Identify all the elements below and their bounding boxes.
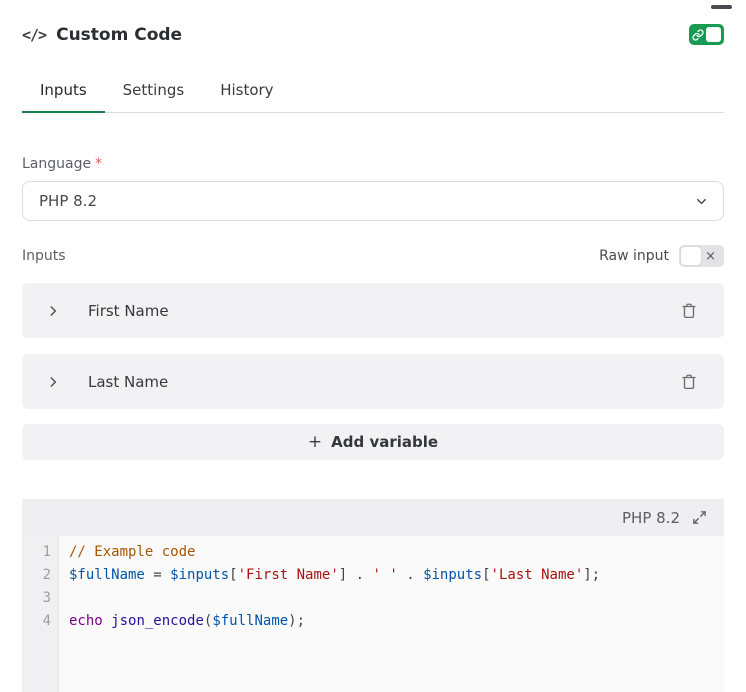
inputs-label: Inputs bbox=[22, 248, 66, 264]
expand-icon bbox=[693, 511, 706, 524]
expand-editor-button[interactable] bbox=[691, 509, 708, 526]
required-asterisk: * bbox=[95, 156, 103, 172]
inputs-section-header: Inputs Raw input × bbox=[22, 245, 724, 267]
trash-icon bbox=[682, 303, 696, 318]
variable-row[interactable]: Last Name bbox=[22, 354, 724, 409]
code-line: 2 $fullName = $inputs['First Name'] . ' '… bbox=[22, 564, 724, 587]
language-label: Language * bbox=[22, 156, 103, 172]
line-number: 3 bbox=[42, 590, 51, 606]
drag-handle[interactable] bbox=[711, 5, 732, 9]
code-text: $fullName = $inputs['First Name'] . ' ' … bbox=[69, 567, 601, 583]
tab-history[interactable]: History bbox=[202, 71, 291, 113]
node-enabled-toggle[interactable] bbox=[689, 24, 724, 45]
panel-title: Custom Code bbox=[56, 24, 183, 45]
panel-header: </> Custom Code bbox=[0, 0, 746, 45]
trash-icon bbox=[682, 374, 696, 389]
delete-variable-button[interactable] bbox=[678, 371, 700, 393]
variable-name: First Name bbox=[88, 301, 169, 320]
code-line: 3 bbox=[22, 587, 724, 610]
raw-input-control: Raw input × bbox=[599, 245, 724, 267]
plus-icon: + bbox=[307, 431, 323, 452]
tab-settings[interactable]: Settings bbox=[105, 71, 203, 113]
chevron-right-icon bbox=[46, 375, 60, 389]
code-line: 1 // Example code bbox=[22, 541, 724, 564]
line-number: 1 bbox=[42, 544, 51, 560]
add-variable-button[interactable]: + Add variable bbox=[22, 424, 724, 460]
tab-inputs[interactable]: Inputs bbox=[22, 71, 105, 113]
line-number: 4 bbox=[42, 613, 51, 629]
code-slash-icon: </> bbox=[22, 25, 47, 44]
language-select-value: PHP 8.2 bbox=[39, 192, 97, 210]
toggle-off-x-icon: × bbox=[705, 248, 716, 264]
variable-row[interactable]: First Name bbox=[22, 283, 724, 338]
language-field: Language * PHP 8.2 bbox=[22, 153, 724, 221]
toggle-knob bbox=[706, 27, 721, 42]
editor-language-badge: PHP 8.2 bbox=[622, 508, 680, 527]
link-icon bbox=[692, 28, 704, 41]
code-line: 4 echo json_encode($fullName); bbox=[22, 610, 724, 633]
code-editor-body[interactable]: 1 // Example code 2 $fullName = $inputs['Fi… bbox=[22, 536, 724, 692]
code-text: echo json_encode($fullName); bbox=[69, 613, 306, 629]
chevron-right-icon bbox=[46, 304, 60, 318]
raw-input-toggle[interactable]: × bbox=[679, 245, 724, 267]
tab-bar: Inputs Settings History bbox=[22, 71, 724, 113]
code-editor: PHP 8.2 1 // Example code 2 $fullName = $in… bbox=[22, 499, 724, 692]
delete-variable-button[interactable] bbox=[678, 300, 700, 322]
language-select[interactable]: PHP 8.2 bbox=[22, 181, 724, 221]
variable-name: Last Name bbox=[88, 372, 169, 391]
custom-code-panel: </> Custom Code Inputs Settings History … bbox=[0, 0, 746, 692]
chevron-down-icon bbox=[697, 198, 706, 204]
line-number: 2 bbox=[42, 567, 51, 583]
code-editor-header: PHP 8.2 bbox=[22, 499, 724, 536]
add-variable-label: Add variable bbox=[331, 433, 439, 451]
variables-list: First Name Last Name bbox=[22, 283, 724, 409]
raw-input-label: Raw input bbox=[599, 248, 669, 264]
code-text: // Example code bbox=[69, 544, 196, 560]
toggle-knob bbox=[681, 247, 701, 265]
